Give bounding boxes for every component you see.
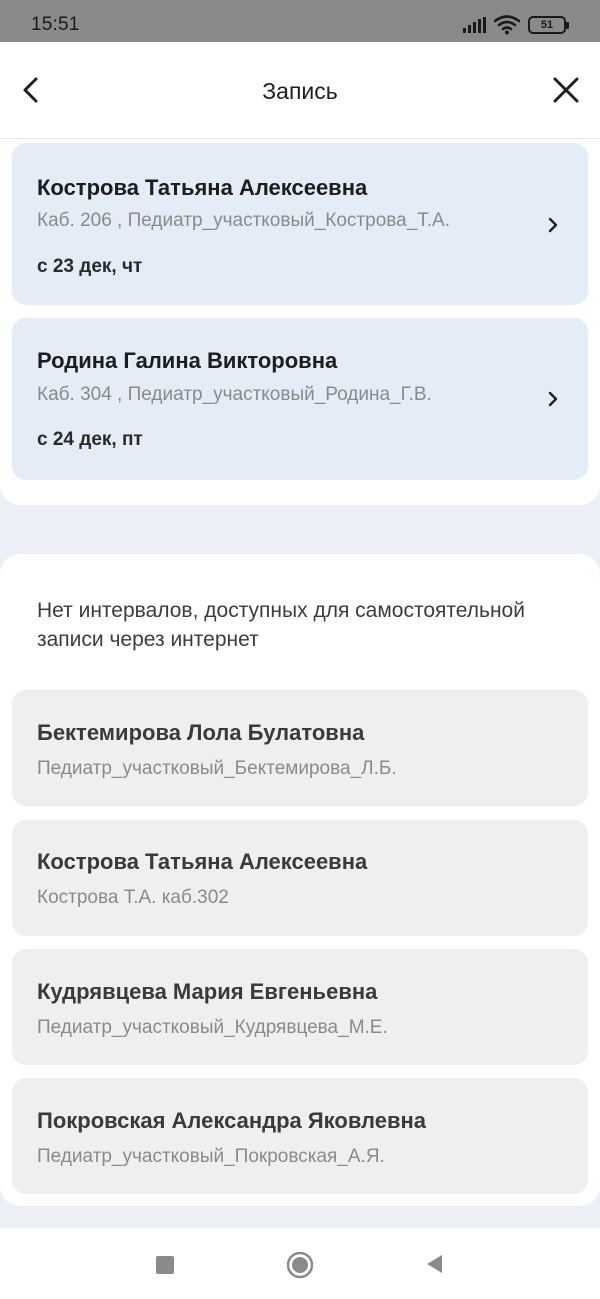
status-bar: 15:51 51: [0, 0, 600, 42]
doctor-card-available[interactable]: Родина Галина Викторовна Каб. 304 , Педи…: [12, 318, 588, 480]
close-icon: [553, 77, 579, 103]
available-doctors-panel: Кострова Татьяна Алексеевна Каб. 206 , П…: [0, 139, 600, 505]
available-date: с 24 дек, пт: [37, 429, 143, 450]
chevron-right-icon: [548, 391, 558, 407]
doctor-name: Покровская Александра Яковлевна: [37, 1108, 427, 1133]
battery-icon: 51: [528, 16, 569, 34]
doctor-name: Кострова Татьяна Алексеевна: [37, 849, 368, 874]
wifi-icon: [494, 15, 520, 35]
chevron-right-icon: [548, 217, 558, 233]
doctor-details: Каб. 206 , Педиатр_участковый_Кострова_Т…: [37, 210, 451, 231]
status-icons: 51: [463, 15, 569, 35]
status-time: 15:51: [31, 14, 80, 35]
close-button[interactable]: [546, 69, 586, 111]
doctor-card-unavailable[interactable]: Кудрявцева Мария Евгеньевна Педиатр_учас…: [12, 949, 588, 1065]
doctor-card-unavailable[interactable]: Кострова Татьяна Алексеевна Кострова Т.А…: [12, 820, 588, 936]
doctor-card-available[interactable]: Кострова Татьяна Алексеевна Каб. 206 , П…: [12, 143, 588, 305]
recent-apps-icon[interactable]: [156, 1256, 174, 1274]
doctor-details: Педиатр_участковый_Бектемирова_Л.Б.: [37, 758, 397, 779]
page-title: Запись: [262, 78, 338, 104]
doctor-details: Каб. 304 , Педиатр_участковый_Родина_Г.В…: [37, 384, 432, 405]
signal-icon: [463, 17, 486, 33]
doctor-details: Педиатр_участковый_Покровская_А.Я.: [37, 1146, 385, 1167]
doctor-card-unavailable[interactable]: Покровская Александра Яковлевна Педиатр_…: [12, 1078, 588, 1194]
available-date: с 23 дек, чт: [37, 256, 143, 277]
doctor-details: Кострова Т.А. каб.302: [37, 887, 229, 908]
doctor-name: Кострова Татьяна Алексеевна: [37, 175, 368, 200]
doctor-name: Родина Галина Викторовна: [37, 348, 338, 373]
doctor-name: Кудрявцева Мария Евгеньевна: [37, 979, 378, 1004]
battery-level: 51: [540, 19, 554, 31]
system-nav-bar: [0, 1228, 600, 1299]
nav-back-icon[interactable]: [424, 1253, 444, 1275]
header: Запись: [0, 42, 600, 139]
home-icon[interactable]: [286, 1251, 314, 1279]
no-intervals-notice: Нет интервалов, доступных для самостояте…: [37, 599, 525, 651]
doctor-details: Педиатр_участковый_Кудрявцева_М.Е.: [37, 1017, 388, 1038]
doctor-name: Бектемирова Лола Булатовна: [37, 720, 365, 745]
doctor-card-unavailable[interactable]: Бектемирова Лола Булатовна Педиатр_участ…: [12, 690, 588, 806]
